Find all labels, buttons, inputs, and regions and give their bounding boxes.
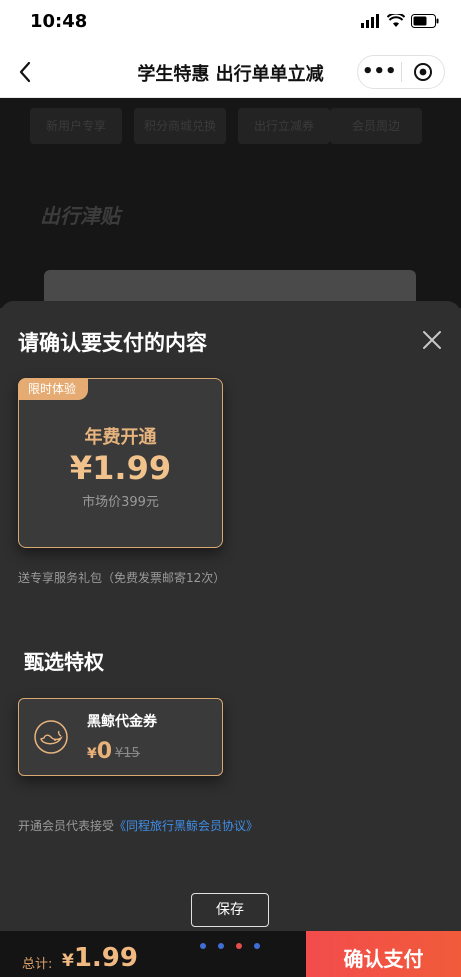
page-dot (218, 943, 224, 949)
voucher-price-value: 0 (96, 739, 113, 764)
page-indicator (200, 943, 260, 949)
close-mini-program-button[interactable] (401, 62, 444, 82)
privilege-section-title: 甄选特权 (24, 650, 104, 674)
background-tag: 积分商城兑换 (134, 108, 226, 144)
confirm-payment-button[interactable]: 确认支付 (306, 931, 461, 977)
annual-plan-card[interactable]: 限时体验 年费开通 ¥1.99 市场价399元 (18, 378, 223, 548)
battery-icon (411, 14, 439, 28)
voucher-card[interactable]: 黑鲸代金券 ¥0 ¥15 (18, 698, 223, 776)
background-tag: 出行立减券 (238, 108, 330, 144)
status-icons (361, 14, 439, 28)
nav-bar: 学生特惠 出行单单立减 ••• (0, 46, 461, 98)
voucher-price-symbol: ¥ (87, 746, 97, 762)
wifi-icon (387, 14, 405, 27)
status-bar: 10:48 (0, 0, 461, 46)
background-tag: 会员周边 (330, 108, 422, 144)
more-menu-button[interactable]: ••• (358, 57, 401, 87)
plan-market-price: 市场价399元 (82, 495, 159, 510)
bottom-bar: 总计: ¥1.99 确认支付 (0, 931, 461, 977)
voucher-name: 黑鲸代金券 (87, 714, 157, 730)
page-dot (200, 943, 206, 949)
total-label: 总计: (22, 957, 53, 972)
close-icon[interactable] (421, 329, 443, 351)
plan-name: 年费开通 (84, 427, 157, 448)
page-dot-active (236, 943, 242, 949)
whale-icon (34, 720, 68, 754)
signal-icon (361, 14, 379, 28)
total-price: ¥1.99 (62, 943, 138, 973)
target-circle-icon (413, 63, 432, 81)
background-heading: 出行津贴 (40, 204, 120, 228)
save-button[interactable]: 保存 (191, 893, 269, 927)
background-page-overlay: 新用户专享 积分商城兑换 出行立减券 会员周边 出行津贴 (0, 98, 461, 308)
agreement-text: 开通会员代表接受《同程旅行黑鲸会员协议》 (18, 817, 258, 834)
mini-program-capsule: ••• (357, 55, 445, 89)
page-dot (254, 943, 260, 949)
gift-package-note: 送专享服务礼包（免费发票邮寄12次） (18, 571, 226, 585)
agreement-prefix: 开通会员代表接受 (18, 819, 115, 833)
total-price-value: 1.99 (73, 943, 138, 973)
plan-price: ¥1.99 (69, 449, 172, 487)
membership-agreement-link[interactable]: 《同程旅行黑鲸会员协议》 (114, 819, 258, 833)
voucher-price: ¥0 (87, 739, 112, 764)
total-price-symbol: ¥ (62, 951, 74, 971)
voucher-original-price: ¥15 (115, 746, 140, 761)
background-tag: 新用户专享 (30, 108, 122, 144)
payment-confirm-sheet: 请确认要支付的内容 限时体验 年费开通 ¥1.99 市场价399元 送专享服务礼… (0, 301, 461, 931)
sheet-title: 请确认要支付的内容 (18, 331, 207, 355)
status-time: 10:48 (30, 11, 88, 32)
limited-time-badge: 限时体验 (18, 378, 89, 400)
